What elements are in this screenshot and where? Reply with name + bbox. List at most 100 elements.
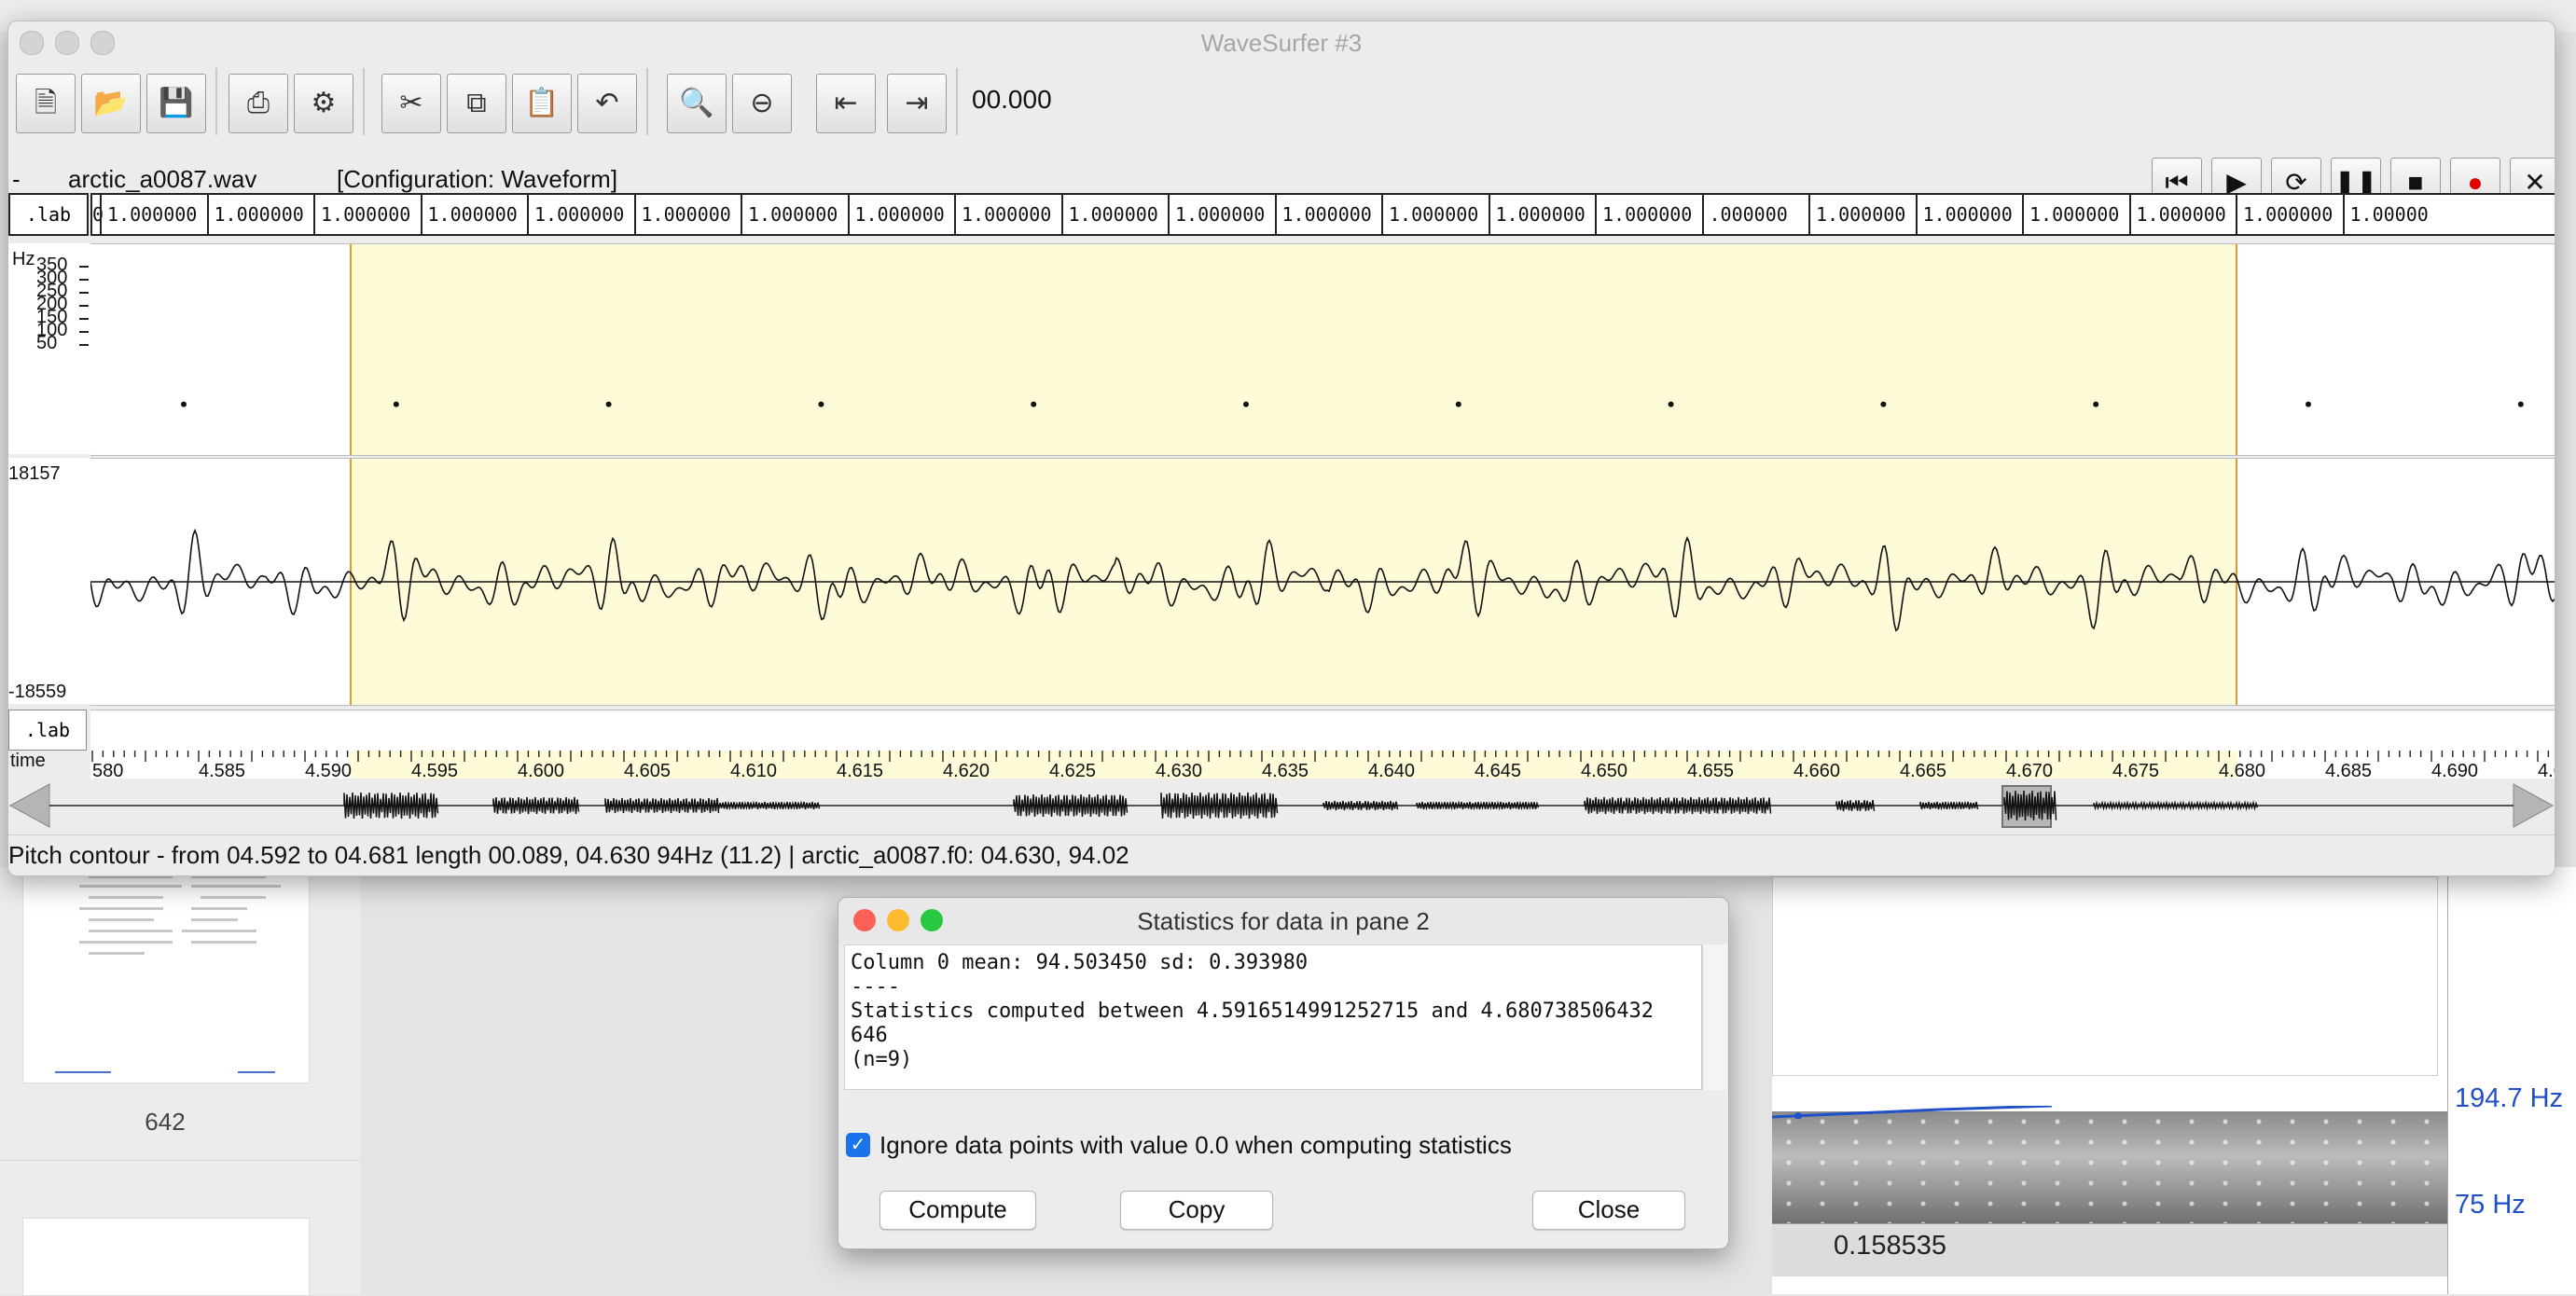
time-tick-label: 4.650 [1581, 761, 1627, 779]
time-tick-label: 4.600 [518, 761, 564, 779]
label-cell[interactable]: 1.000000 [1381, 195, 1478, 234]
overview-segment [1160, 792, 1279, 820]
page-number: 642 [145, 1108, 186, 1136]
time-axis[interactable]: 580 4.585 4.590 4.595 4.600 4.605 4.610 4.615 4.… [90, 751, 2555, 779]
label-pane-name: .lab [8, 193, 89, 236]
pitch-tick-mark [79, 344, 89, 346]
close-button[interactable]: Close [1532, 1191, 1685, 1230]
properties-icon[interactable]: ⚙ [294, 74, 353, 133]
pitch-point [605, 401, 612, 407]
zoom-fit-icon[interactable]: ⇤ [816, 74, 876, 133]
label-cell[interactable]: 1.000000 [1488, 195, 1586, 234]
label-cell[interactable]: 1.000000 [954, 195, 1051, 234]
paste-icon[interactable]: 📋 [512, 74, 572, 133]
overview-segment [1584, 796, 1772, 815]
time-tick-label: 4.595 [411, 761, 458, 779]
label-cell[interactable]: 1.000000 [1808, 195, 1905, 234]
label-cell[interactable]: .000000 [1701, 195, 1788, 234]
compute-button[interactable]: Compute [879, 1191, 1036, 1230]
label-cell[interactable]: 1.000000 [2128, 195, 2226, 234]
overview-segment [604, 797, 720, 814]
label-pane-bottom[interactable] [90, 710, 2555, 752]
pitch-min-label: 75 Hz [2455, 1190, 2526, 1220]
label-cell[interactable]: 1.000000 [633, 195, 731, 234]
zoom-selection-icon[interactable]: ⇥ [887, 74, 947, 133]
print-icon[interactable]: ⎙ [229, 74, 288, 133]
statistics-dialog: Statistics for data in pane 2 Column 0 m… [838, 897, 1729, 1249]
pitch-pane[interactable] [90, 243, 2555, 456]
filename: arctic_a0087.wav [68, 165, 257, 193]
pitch-point [2517, 401, 2524, 407]
time-tick-label: 4.615 [837, 761, 883, 779]
overview-segment [1416, 800, 1540, 811]
pitch-tick-mark [79, 305, 89, 307]
time-tick-label: 4.640 [1368, 761, 1415, 779]
label-cell[interactable]: 1.000000 [1060, 195, 1158, 234]
pitch-tick-mark [79, 279, 89, 281]
statistics-scrollbar[interactable] [1702, 944, 1727, 1090]
time-tick-label: 4.660 [1794, 761, 1840, 779]
overview-segment [1835, 799, 1876, 812]
time-tick-label: 4.645 [1475, 761, 1521, 779]
label-cell[interactable]: 1.000000 [100, 195, 197, 234]
toolbar-separator [215, 68, 217, 135]
new-file-icon[interactable]: 🗎 [16, 74, 76, 133]
label-cell[interactable]: 1.000000 [2022, 195, 2119, 234]
label-cell[interactable]: 1.000000 [1595, 195, 1692, 234]
copy-button[interactable]: Copy [1120, 1191, 1273, 1230]
pitch-point [818, 401, 824, 407]
overview-segment [1919, 800, 1979, 811]
ignore-zero-label: Ignore data points with value 0.0 when c… [879, 1131, 1512, 1159]
overview-segment [2093, 800, 2259, 811]
label-cell[interactable]: 1.00000 [2342, 195, 2429, 234]
pitch-curve [1772, 1106, 2052, 1119]
overview-scrollbar[interactable] [8, 779, 2555, 833]
label-cell[interactable]: 1.000000 [1274, 195, 1372, 234]
toolbar-separator [956, 68, 958, 135]
copy-icon[interactable]: ⧉ [447, 74, 506, 133]
statistics-output[interactable]: Column 0 mean: 94.503450 sd: 0.393980 --… [844, 944, 1702, 1090]
pitch-tick-mark [79, 292, 89, 294]
time-tick-label: 4.635 [1262, 761, 1309, 779]
overview-segment [1013, 793, 1129, 818]
label-cell[interactable]: 1.000000 [1915, 195, 2013, 234]
pitch-tick-mark [79, 318, 89, 320]
pitch-point [2306, 401, 2311, 407]
time-tick-label: 4.630 [1156, 761, 1202, 779]
time-tick-label: 4.685 [2325, 761, 2372, 779]
configuration-label: [Configuration: Waveform] [337, 165, 618, 193]
open-folder-icon[interactable]: 📂 [81, 74, 141, 133]
label-cell[interactable]: 1.000000 [847, 195, 945, 234]
save-icon[interactable]: 💾 [146, 74, 206, 133]
label-cell[interactable]: 1.000000 [313, 195, 410, 234]
sound-menu-dash[interactable]: - [12, 165, 21, 194]
label-cell[interactable]: 1.000000 [206, 195, 304, 234]
pitch-unit-label: Hz [12, 249, 35, 269]
pitch-tick-mark [79, 266, 89, 268]
zoom-in-icon[interactable]: 🔍 [667, 74, 727, 133]
pitch-point [181, 401, 187, 407]
waveform-pane[interactable] [90, 458, 2555, 706]
pitch-contour [181, 401, 2524, 407]
pitch-point [2093, 401, 2099, 407]
undo-icon[interactable]: ↶ [577, 74, 637, 133]
page-thumbnail[interactable] [22, 875, 310, 1083]
ignore-zero-checkbox[interactable]: ✓ [846, 1133, 870, 1157]
time-tick-label: 4.655 [1687, 761, 1734, 779]
title-bar: WaveSurfer #3 [8, 21, 2555, 64]
zoom-out-icon[interactable]: ⊖ [732, 74, 792, 133]
cut-icon[interactable]: ✂ [381, 74, 441, 133]
label-pane-top[interactable]: 0 1.000000 1.000000 1.000000 1.000000 1.00000… [90, 193, 2555, 236]
time-tick-label: 4.665 [1900, 761, 1946, 779]
label-cell[interactable]: 1.000000 [420, 195, 518, 234]
label-cell[interactable]: 1.000000 [527, 195, 624, 234]
label-cell[interactable]: 1.000000 [2236, 195, 2333, 234]
time-tick-label: 4.590 [305, 761, 352, 779]
label-cell[interactable]: 1.000000 [741, 195, 838, 234]
time-tick-label: 4.680 [2219, 761, 2265, 779]
page-thumbnail[interactable] [22, 1218, 310, 1296]
pitch-point [1880, 401, 1887, 407]
label-cell[interactable]: 1.000000 [1168, 195, 1265, 234]
waveform [90, 528, 2555, 632]
time-tick-label: 4.690 [2431, 761, 2478, 779]
